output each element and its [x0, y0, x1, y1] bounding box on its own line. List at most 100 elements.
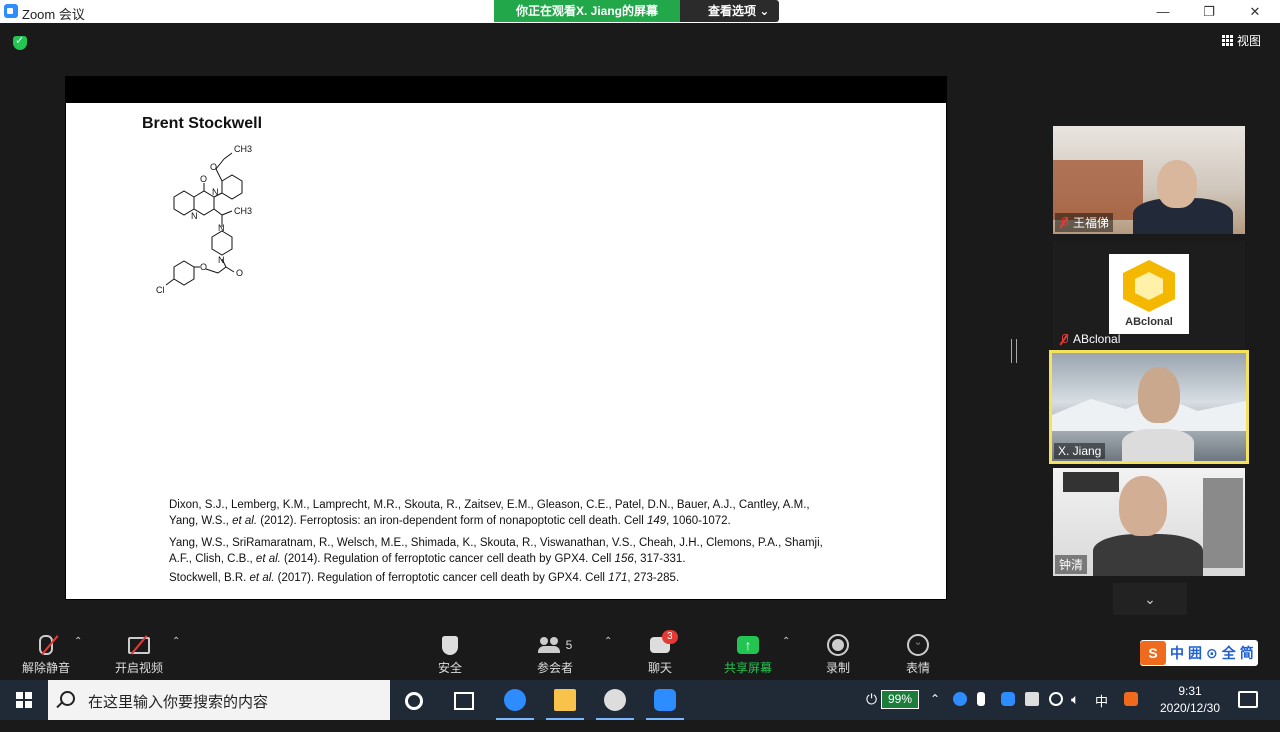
participant-name: 钟清: [1059, 558, 1084, 572]
background-picture: [1063, 472, 1119, 492]
share-screen-label: 共享屏幕: [723, 661, 772, 675]
record-icon: [827, 634, 849, 656]
molecule-label: N: [191, 211, 198, 221]
tray-zoom-icon[interactable]: [1001, 692, 1015, 706]
zoom-taskbar-icon[interactable]: [654, 689, 676, 711]
video-tile[interactable]: 王福俤: [1053, 126, 1245, 234]
participant-face: [1157, 160, 1197, 208]
audio-options-caret[interactable]: ⌃: [74, 636, 82, 647]
participants-options-caret[interactable]: ⌃: [604, 636, 612, 647]
video-tile[interactable]: 钟清: [1053, 468, 1245, 576]
chat-label: 聊天: [647, 661, 672, 675]
scroll-down-button[interactable]: ⌄: [1113, 583, 1187, 615]
video-off-icon: [128, 634, 150, 655]
participants-button[interactable]: 5 参会者: [515, 634, 595, 676]
input-language-icon[interactable]: 中: [1095, 691, 1108, 731]
ime-fullwidth[interactable]: 全: [1222, 643, 1236, 663]
viewing-screen-label: 你正在观看X. Jiang的屏幕: [494, 0, 681, 22]
record-button[interactable]: 录制: [798, 634, 878, 676]
grid-icon: [1222, 35, 1233, 46]
ime-toolbar[interactable]: S 中 囲 ⊙ 全 简: [1140, 640, 1258, 666]
panel-resize-handle[interactable]: [1011, 339, 1017, 363]
tray-expand-icon[interactable]: ⌃: [930, 692, 940, 732]
video-options-caret[interactable]: ⌃: [172, 636, 180, 647]
molecule-label: N: [212, 187, 219, 197]
molecule-label: N: [218, 223, 225, 233]
security-label: 安全: [437, 661, 462, 675]
taskbar-clock[interactable]: 9:31 2020/12/30: [1150, 683, 1230, 717]
molecule-label: O: [200, 174, 207, 184]
tray-app-icon[interactable]: [953, 692, 967, 706]
reference-line: Stockwell, B.R. et al. (2017). Regulatio…: [169, 572, 680, 584]
view-button[interactable]: 视图: [1222, 32, 1261, 49]
ime-keyboard[interactable]: 囲: [1188, 643, 1202, 663]
share-options-caret[interactable]: ⌃: [782, 636, 790, 647]
ime-lang-toggle[interactable]: 中: [1170, 643, 1184, 663]
chat-icon: 3: [650, 630, 678, 653]
security-shield-icon: [442, 635, 458, 655]
muted-mic-icon: [1059, 217, 1069, 228]
obs-icon[interactable]: [604, 689, 626, 711]
molecule-label: Cl: [156, 285, 165, 295]
task-view-icon[interactable]: [454, 692, 474, 710]
shared-slide[interactable]: Brent Stockwell CH3 O O N N CH3 N N O O …: [66, 103, 946, 599]
abclonal-logo: ABclonal: [1109, 254, 1189, 334]
view-label: 视图: [1237, 34, 1262, 48]
plug-icon[interactable]: ⏻: [866, 691, 877, 731]
taskbar-search-box[interactable]: 在这里输入你要搜索的内容: [48, 680, 390, 720]
network-icon[interactable]: [1049, 692, 1063, 706]
security-button[interactable]: 安全: [410, 634, 490, 676]
ime-punctuation[interactable]: ⊙: [1206, 645, 1218, 662]
share-screen-button[interactable]: ↑ 共享屏幕: [708, 634, 788, 676]
close-button[interactable]: ✕: [1232, 0, 1278, 23]
reference-2: Yang, W.S., SriRamaratnam, R., Welsch, M…: [169, 535, 823, 567]
participant-name: 王福俤: [1073, 216, 1110, 230]
molecule-label: CH3: [234, 206, 252, 216]
molecule-label: O: [236, 268, 243, 278]
chat-button[interactable]: 3 聊天: [620, 630, 700, 676]
minimize-button[interactable]: —: [1140, 0, 1186, 23]
search-placeholder: 在这里输入你要搜索的内容: [88, 694, 269, 711]
reference-3: Stockwell, B.R. et al. (2017). Regulatio…: [169, 570, 679, 586]
tray-device-icon[interactable]: [1025, 692, 1039, 706]
participants-label: 参会者: [536, 661, 573, 675]
ime-simplified[interactable]: 简: [1240, 643, 1254, 663]
reactions-label: 表情: [905, 661, 930, 675]
reactions-button[interactable]: ᵕ 表情: [878, 634, 958, 676]
view-options-button[interactable]: 查看选项 ⌄: [680, 0, 780, 22]
window-title: Zoom 会议: [22, 7, 85, 22]
participant-name: X. Jiang: [1058, 444, 1102, 458]
search-icon: [60, 691, 75, 706]
file-explorer-icon[interactable]: [554, 689, 576, 711]
participant-name-tag: ABclonal: [1055, 331, 1124, 347]
background-furniture: [1053, 160, 1143, 220]
sogou-browser-icon[interactable]: [504, 689, 526, 711]
meeting-toolbar: 解除静音 ⌃ 开启视频 ⌃ 安全 5 参会者 ⌃ 3 聊天 ↑ 共享屏幕 ⌃ 录…: [0, 630, 1280, 680]
encryption-shield-icon[interactable]: [13, 34, 27, 50]
share-screen-icon: ↑: [737, 636, 759, 654]
record-label: 录制: [825, 661, 850, 675]
start-video-button[interactable]: 开启视频: [99, 634, 179, 676]
tray-sogou-icon[interactable]: [1124, 692, 1138, 706]
share-banner: 你正在观看X. Jiang的屏幕 查看选项 ⌄: [494, 0, 780, 22]
reference-line: A.F., Clish, C.B., et al. (2014). Regula…: [169, 553, 686, 565]
notification-center-icon[interactable]: [1238, 691, 1258, 708]
reference-1: Dixon, S.J., Lemberg, K.M., Lamprecht, M…: [169, 497, 810, 529]
reference-line: Yang, W.S., et al. (2012). Ferroptosis: …: [169, 515, 731, 527]
tray-mic-icon[interactable]: [977, 692, 985, 706]
molecule-label: O: [210, 162, 217, 172]
video-tile-active-speaker[interactable]: X. Jiang: [1049, 350, 1249, 464]
clock-time: 9:31: [1178, 684, 1202, 698]
molecule-label: O: [200, 262, 207, 272]
maximize-button[interactable]: ❐: [1186, 0, 1232, 23]
participant-name: ABclonal: [1073, 332, 1121, 346]
cortana-icon[interactable]: [405, 692, 423, 710]
volume-icon[interactable]: 🔈︎: [1071, 691, 1079, 731]
battery-indicator[interactable]: 99%: [881, 690, 919, 709]
smile-icon: ᵕ: [907, 634, 929, 656]
windows-start-icon[interactable]: [16, 692, 32, 708]
video-tile[interactable]: ABclonal ABclonal: [1053, 241, 1245, 349]
reference-line: Yang, W.S., SriRamaratnam, R., Welsch, M…: [169, 537, 823, 549]
sogou-ime-icon: S: [1140, 641, 1166, 665]
reference-line: Dixon, S.J., Lemberg, K.M., Lamprecht, M…: [169, 499, 810, 511]
